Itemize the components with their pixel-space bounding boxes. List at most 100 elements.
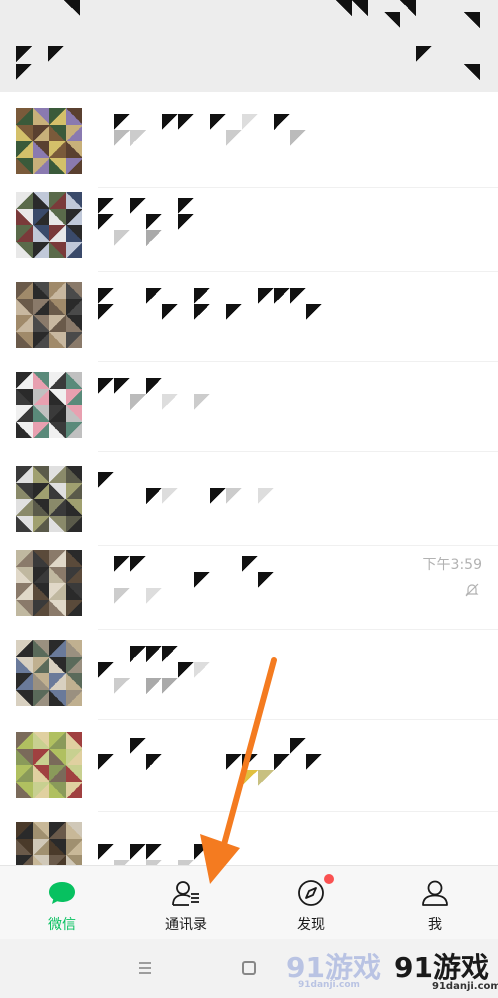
mosaic-tile [146, 488, 162, 504]
person-icon [422, 880, 448, 906]
avatar-mosaic-tile [16, 689, 33, 706]
mosaic-tile [114, 588, 130, 604]
avatar-mosaic-tile [32, 331, 50, 348]
avatar-mosaic-tile [16, 566, 33, 584]
avatar-mosaic-tile [16, 372, 33, 389]
mosaic-tile [98, 198, 114, 214]
mosaic-tile [258, 572, 274, 588]
tab-contacts[interactable]: 通讯录 [124, 866, 248, 940]
avatar-mosaic-tile [16, 141, 33, 158]
watermark-logo: 91游戏 [394, 951, 489, 984]
avatar-mosaic-tile [65, 640, 82, 657]
mosaic-tile [146, 646, 162, 662]
avatar-mosaic-tile [16, 765, 33, 782]
avatar-mosaic-tile [65, 689, 82, 706]
mosaic-tile [146, 230, 162, 246]
mosaic-tile [274, 114, 290, 130]
mosaic-tile [226, 488, 242, 504]
chat-row[interactable] [0, 724, 498, 812]
avatar-mosaic-tile [16, 225, 33, 242]
avatar-mosaic-tile [65, 108, 82, 125]
avatar [16, 108, 82, 174]
tab-me[interactable]: 我 [373, 866, 497, 940]
avatar-mosaic-tile [32, 855, 50, 865]
mosaic-tile [242, 114, 258, 130]
recent-apps-icon[interactable] [138, 961, 152, 975]
chat-row[interactable] [0, 274, 498, 362]
chat-row[interactable] [0, 814, 498, 865]
header-mosaic [16, 46, 32, 62]
mosaic-tile [130, 646, 146, 662]
avatar-mosaic-tile [49, 208, 66, 226]
mosaic-tile [162, 646, 178, 662]
avatar-mosaic-tile [65, 515, 82, 532]
avatar-mosaic-tile [49, 315, 66, 332]
home-icon[interactable] [242, 961, 256, 975]
chat-list: 下午3:59 [0, 92, 498, 865]
avatar-mosaic-tile [16, 315, 33, 332]
avatar-mosaic-tile [32, 781, 50, 798]
header-mosaic [64, 0, 80, 16]
chat-row[interactable] [0, 364, 498, 452]
avatar-mosaic-tile [32, 689, 50, 706]
mosaic-tile [162, 488, 178, 504]
mosaic-tile [146, 288, 162, 304]
avatar-mosaic-tile [16, 781, 33, 798]
avatar-mosaic-tile [65, 315, 82, 332]
avatar-mosaic-tile [65, 225, 82, 242]
mosaic-tile [114, 230, 130, 246]
avatar-mosaic-tile [49, 225, 66, 242]
mosaic-tile [98, 472, 114, 488]
mosaic-tile [194, 304, 210, 320]
avatar [16, 640, 82, 706]
chat-row[interactable] [0, 632, 498, 720]
avatar-mosaic-tile [65, 748, 82, 766]
avatar-mosaic-tile [49, 331, 66, 348]
mosaic-tile [194, 662, 210, 678]
avatar-mosaic-tile [65, 599, 82, 616]
mosaic-tile [114, 678, 130, 694]
mosaic-tile [290, 738, 306, 754]
avatar-mosaic-tile [65, 656, 82, 674]
avatar-mosaic-tile [49, 599, 66, 616]
avatar-mosaic-tile [49, 822, 66, 839]
avatar-mosaic-tile [16, 515, 33, 532]
avatar-mosaic-tile [49, 781, 66, 798]
avatar-mosaic-tile [32, 583, 50, 600]
mosaic-tile [242, 556, 258, 572]
avatar-mosaic-tile [49, 388, 66, 406]
chat-row[interactable] [0, 458, 498, 546]
avatar-mosaic-tile [32, 421, 50, 438]
avatar-mosaic-tile [16, 599, 33, 616]
mosaic-tile [130, 844, 146, 860]
tab-label: 微信 [48, 917, 76, 933]
avatar-mosaic-tile [16, 298, 33, 316]
chat-row[interactable] [0, 184, 498, 272]
mosaic-tile [162, 304, 178, 320]
chat-row[interactable] [0, 100, 498, 188]
mosaic-tile [306, 754, 322, 770]
avatar-mosaic-tile [16, 482, 33, 500]
mosaic-tile [258, 770, 274, 786]
avatar-mosaic-tile [16, 157, 33, 174]
tab-discover[interactable]: 发现 [249, 866, 373, 940]
avatar-mosaic-tile [49, 157, 66, 174]
mosaic-tile [146, 378, 162, 394]
avatar-mosaic-tile [32, 482, 50, 500]
avatar-mosaic-tile [32, 141, 50, 158]
avatar-mosaic-tile [65, 157, 82, 174]
tab-chats[interactable]: 微信 [0, 866, 124, 940]
avatar-mosaic-tile [49, 732, 66, 749]
avatar-mosaic-tile [65, 298, 82, 316]
row-divider [98, 361, 498, 362]
top-header [0, 0, 498, 92]
avatar-mosaic-tile [65, 822, 82, 839]
avatar-mosaic-tile [49, 656, 66, 674]
avatar-mosaic-tile [65, 192, 82, 209]
avatar-mosaic-tile [49, 499, 66, 516]
avatar-mosaic-tile [49, 421, 66, 438]
chat-row[interactable]: 下午3:59 [0, 542, 498, 630]
row-divider [98, 451, 498, 452]
avatar-mosaic-tile [65, 566, 82, 584]
avatar-mosaic-tile [65, 421, 82, 438]
